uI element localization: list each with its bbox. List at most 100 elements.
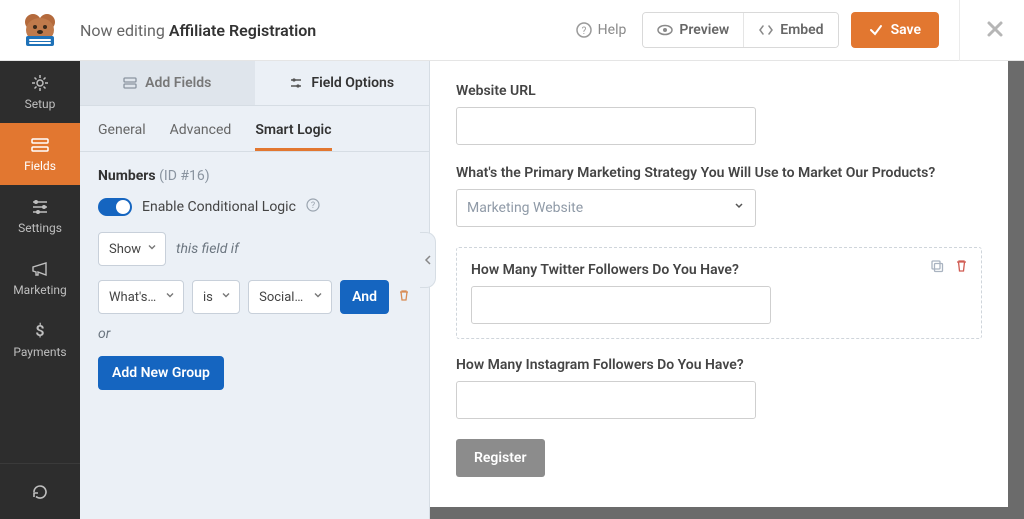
nav-item-payments[interactable]: $ Payments xyxy=(0,309,80,371)
chevron-down-icon xyxy=(313,290,323,305)
left-nav: Setup Fields Settings Marketing $ Paymen… xyxy=(0,61,80,519)
save-label: Save xyxy=(891,22,921,38)
subtab-smart-logic[interactable]: Smart Logic xyxy=(255,116,331,151)
field-type-label: Numbers xyxy=(98,168,156,184)
chevron-down-icon xyxy=(165,290,175,305)
page-title: Now editing Affiliate Registration xyxy=(80,21,316,40)
nav-label: Settings xyxy=(18,221,62,235)
field-instagram-followers[interactable]: How Many Instagram Followers Do You Have… xyxy=(456,357,982,419)
field-actions xyxy=(929,258,969,277)
website-url-input[interactable] xyxy=(456,107,756,145)
bullhorn-icon xyxy=(30,259,50,279)
chevron-down-icon xyxy=(221,290,231,305)
eye-icon xyxy=(657,22,673,38)
action-select-value: Show xyxy=(109,242,141,257)
submit-button[interactable]: Register xyxy=(456,439,545,477)
preview-label: Preview xyxy=(679,22,729,38)
tab-field-options[interactable]: Field Options xyxy=(255,61,430,105)
condition-op-select[interactable]: is xyxy=(192,280,240,314)
field-id-label: (ID #16) xyxy=(159,168,210,184)
delete-field-button[interactable] xyxy=(954,258,969,277)
twitter-followers-input[interactable] xyxy=(471,286,771,324)
condition-op-value: is xyxy=(203,290,213,305)
option-subtabs: General Advanced Smart Logic xyxy=(80,106,429,152)
enable-logic-label: Enable Conditional Logic xyxy=(142,199,296,215)
rule-action-row: Show this field if xyxy=(98,232,411,266)
panel-collapse-handle[interactable] xyxy=(420,232,436,288)
or-label: or xyxy=(98,326,411,342)
current-field-heading: Numbers (ID #16) xyxy=(98,168,411,184)
nav-label: Payments xyxy=(13,345,66,359)
rule-trailer: this field if xyxy=(176,241,239,257)
field-label: How Many Twitter Followers Do You Have? xyxy=(471,262,967,278)
preview-button[interactable]: Preview xyxy=(643,13,744,47)
nav-item-marketing[interactable]: Marketing xyxy=(0,247,80,309)
enable-logic-toggle[interactable] xyxy=(98,198,132,216)
close-icon xyxy=(986,20,1004,38)
chevron-left-icon xyxy=(424,254,432,266)
duplicate-field-button[interactable] xyxy=(929,258,944,277)
condition-value-value: Social … xyxy=(259,290,305,305)
tab-add-fields[interactable]: Add Fields xyxy=(80,61,255,105)
check-icon xyxy=(869,23,883,37)
sliders-mini-icon xyxy=(289,76,303,90)
enable-logic-row: Enable Conditional Logic ? xyxy=(98,198,411,216)
delete-condition-button[interactable] xyxy=(397,288,411,306)
panel-body: Numbers (ID #16) Enable Conditional Logi… xyxy=(80,152,429,406)
condition-row: What's t… is Social … And xyxy=(98,280,411,314)
now-editing-label: Now editing xyxy=(80,21,165,40)
embed-button[interactable]: Embed xyxy=(744,13,837,47)
code-icon xyxy=(758,22,774,38)
and-button[interactable]: And xyxy=(340,280,389,314)
field-options-panel: Add Fields Field Options General Advance… xyxy=(80,61,430,519)
nav-item-settings[interactable]: Settings xyxy=(0,185,80,247)
field-label: What's the Primary Marketing Strategy Yo… xyxy=(456,165,982,181)
help-tooltip-icon[interactable]: ? xyxy=(306,198,320,216)
tab-label: Field Options xyxy=(311,75,394,91)
svg-text:?: ? xyxy=(311,201,315,211)
help-icon: ? xyxy=(576,22,592,38)
app-logo xyxy=(0,12,80,48)
field-label: Website URL xyxy=(456,83,982,99)
condition-field-select[interactable]: What's t… xyxy=(98,280,184,314)
sliders-icon xyxy=(30,197,50,217)
dollar-icon: $ xyxy=(30,321,50,341)
strategy-selected: Marketing Website xyxy=(467,200,583,216)
svg-text:$: $ xyxy=(35,321,44,340)
help-label: Help xyxy=(598,22,627,38)
form-name[interactable]: Affiliate Registration xyxy=(169,21,316,40)
preview-embed-group: Preview Embed xyxy=(642,12,838,48)
nav-item-fields[interactable]: Fields xyxy=(0,123,80,185)
chevron-down-icon xyxy=(733,200,745,216)
condition-field-value: What's t… xyxy=(109,290,157,305)
field-twitter-followers[interactable]: How Many Twitter Followers Do You Have? xyxy=(456,247,982,339)
embed-label: Embed xyxy=(780,22,823,38)
form-preview[interactable]: Website URL What's the Primary Marketing… xyxy=(430,61,1008,507)
action-select[interactable]: Show xyxy=(98,232,166,266)
instagram-followers-input[interactable] xyxy=(456,381,756,419)
field-label: How Many Instagram Followers Do You Have… xyxy=(456,357,982,373)
save-button[interactable]: Save xyxy=(851,12,939,48)
nav-revisions[interactable] xyxy=(0,463,80,519)
svg-text:?: ? xyxy=(581,26,586,37)
divider xyxy=(959,0,960,61)
strategy-dropdown[interactable]: Marketing Website xyxy=(456,189,756,227)
help-button[interactable]: ? Help xyxy=(560,22,643,38)
close-button[interactable] xyxy=(986,16,1004,44)
condition-value-select[interactable]: Social … xyxy=(248,280,332,314)
fields-icon xyxy=(30,135,50,155)
subtab-advanced[interactable]: Advanced xyxy=(170,116,232,151)
history-icon xyxy=(30,482,50,502)
field-strategy[interactable]: What's the Primary Marketing Strategy Yo… xyxy=(456,165,982,227)
grid-icon xyxy=(123,76,137,90)
panel-tabs: Add Fields Field Options xyxy=(80,61,429,106)
tab-label: Add Fields xyxy=(145,75,211,91)
nav-label: Fields xyxy=(24,159,56,173)
add-group-button[interactable]: Add New Group xyxy=(98,356,224,390)
nav-item-setup[interactable]: Setup xyxy=(0,61,80,123)
canvas-wrap: Website URL What's the Primary Marketing… xyxy=(430,61,1024,519)
field-website-url[interactable]: Website URL xyxy=(456,83,982,145)
chevron-down-icon xyxy=(147,242,157,257)
gear-icon xyxy=(30,73,50,93)
subtab-general[interactable]: General xyxy=(98,116,146,151)
